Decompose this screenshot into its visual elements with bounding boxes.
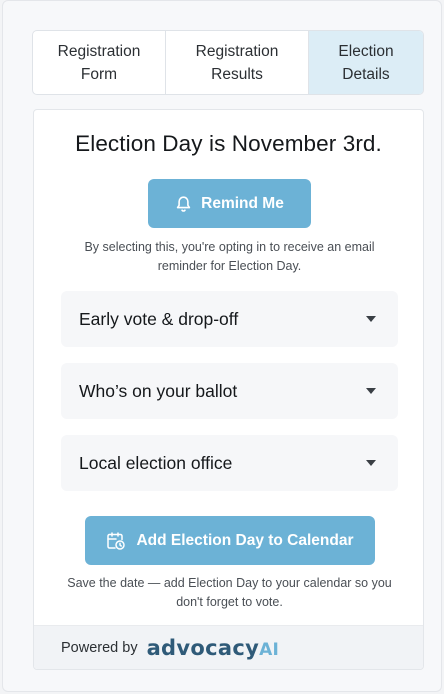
footer: Powered by advocacyAI: [34, 625, 423, 669]
page-title: Election Day is November 3rd.: [75, 131, 382, 156]
accordion-early-vote[interactable]: Early vote & drop-off: [61, 291, 398, 347]
powered-by-label: Powered by: [61, 639, 138, 656]
remind-me-label: Remind Me: [201, 194, 284, 212]
calendar-note: Save the date — add Election Day to your…: [67, 576, 392, 609]
widget-frame: Registration Form Registration Results Ele…: [2, 0, 442, 692]
accordion-label: Early vote & drop-off: [79, 308, 239, 329]
accordion-label: Local election office: [79, 452, 233, 473]
accordion-label: Who’s on your ballot: [79, 380, 238, 401]
calendar-clock-icon: [106, 531, 126, 551]
tab-label: Registration Results: [195, 42, 279, 83]
tab-registration-results[interactable]: Registration Results: [166, 31, 309, 94]
tab-label: Registration Form: [57, 42, 141, 83]
bell-icon: [175, 195, 192, 213]
election-details-panel: Election Day is November 3rd. Remind Me …: [33, 109, 424, 670]
add-to-calendar-label: Add Election Day to Calendar: [136, 531, 354, 549]
caret-down-icon: [366, 460, 376, 466]
advocacy-ai-logo[interactable]: advocacyAI: [147, 636, 280, 660]
tab-bar: Registration Form Registration Results Ele…: [32, 30, 424, 95]
remind-me-button[interactable]: Remind Me: [148, 179, 311, 228]
tab-label: Election Details: [338, 42, 394, 83]
accordion-ballot[interactable]: Who’s on your ballot: [61, 363, 398, 419]
caret-down-icon: [366, 388, 376, 394]
add-to-calendar-button[interactable]: Add Election Day to Calendar: [85, 516, 375, 565]
tab-election-details[interactable]: Election Details: [309, 31, 423, 94]
tab-registration-form[interactable]: Registration Form: [33, 31, 166, 94]
caret-down-icon: [366, 316, 376, 322]
remind-note: By selecting this, you're opting in to r…: [84, 240, 375, 273]
accordion-election-office[interactable]: Local election office: [61, 435, 398, 491]
